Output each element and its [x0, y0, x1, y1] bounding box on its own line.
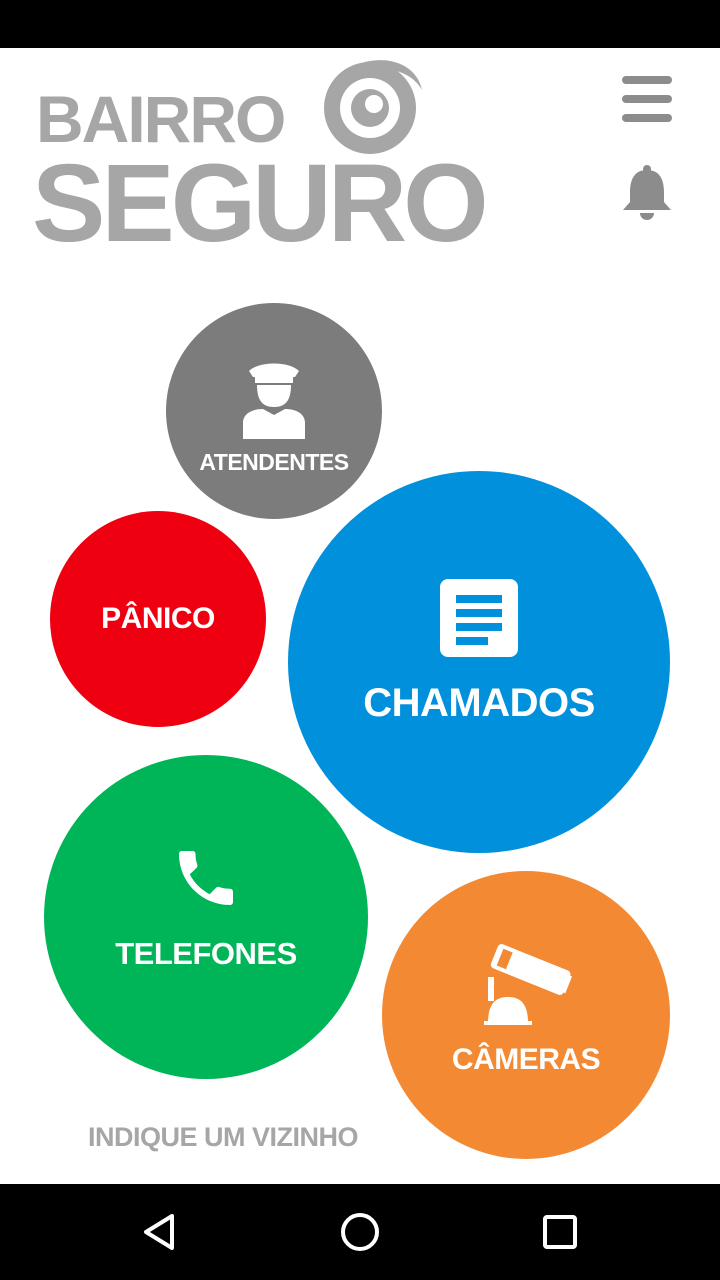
atendentes-label: ATENDENTES — [199, 448, 349, 475]
indique-vizinho-link[interactable]: INDIQUE UM VIZINHO — [88, 1122, 388, 1153]
back-button[interactable] — [132, 1204, 188, 1260]
telefones-button[interactable]: TELEFONES — [44, 755, 368, 1079]
back-icon — [144, 1214, 174, 1250]
atendentes-button[interactable]: ATENDENTES — [166, 303, 382, 519]
chamados-button[interactable]: CHAMADOS — [288, 471, 670, 853]
phone-icon — [179, 851, 233, 905]
cameras-label: CÂMERAS — [451, 1043, 601, 1076]
security-camera-icon — [484, 944, 573, 1025]
home-icon — [341, 1213, 379, 1251]
notifications-button[interactable] — [618, 162, 676, 222]
status-bar — [0, 0, 720, 48]
guard-icon — [243, 363, 305, 439]
telefones-label: TELEFONES — [115, 936, 297, 971]
cameras-button[interactable]: CÂMERAS — [382, 871, 670, 1159]
menu-button[interactable] — [618, 72, 676, 124]
chamados-label: CHAMADOS — [363, 680, 595, 725]
panico-button[interactable]: PÂNICO — [50, 511, 266, 727]
hamburger-menu-icon — [622, 76, 672, 84]
document-list-icon — [440, 578, 518, 657]
app-logo: BAIRRO SEGURO — [32, 50, 506, 259]
home-button[interactable] — [332, 1204, 388, 1260]
logo-swirl-icon — [324, 60, 422, 154]
logo-line-2: SEGURO — [32, 142, 489, 265]
bell-icon — [623, 165, 671, 220]
panico-label: PÂNICO — [101, 602, 215, 635]
recents-button[interactable] — [532, 1204, 588, 1260]
recents-icon — [543, 1215, 577, 1249]
